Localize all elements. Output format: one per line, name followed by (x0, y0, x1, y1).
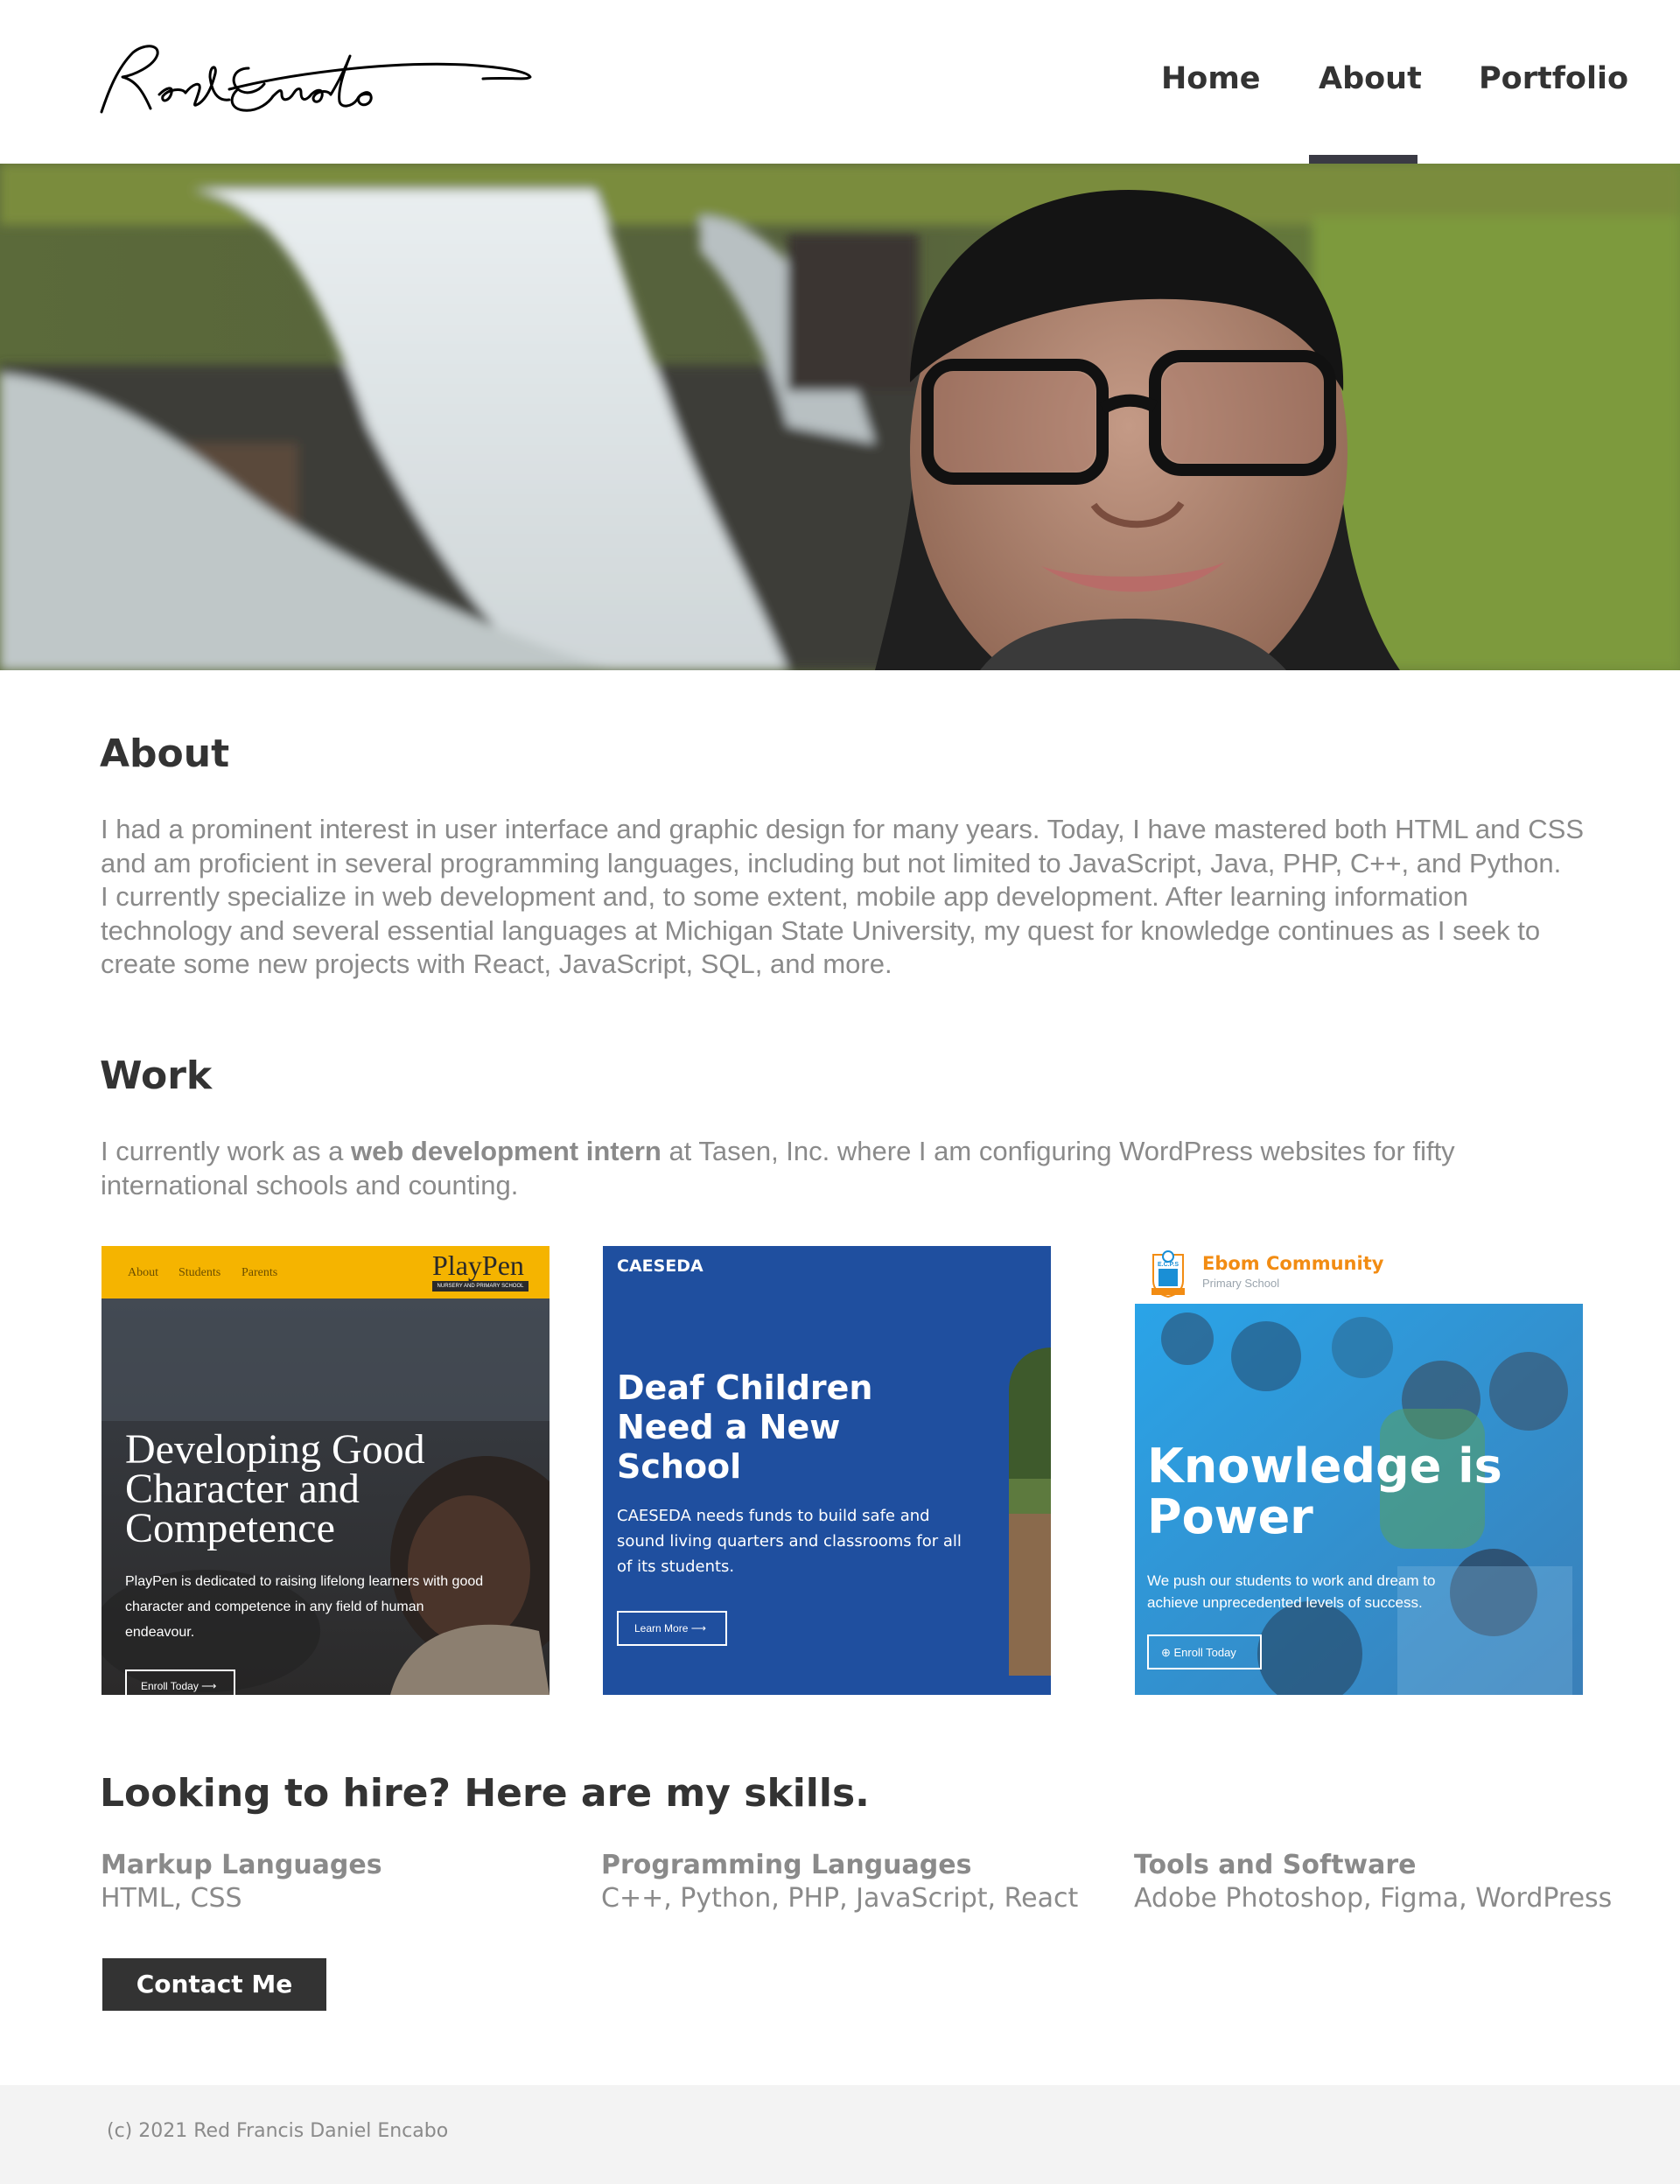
ebom-enroll-button[interactable]: ⊕ Enroll Today (1147, 1634, 1262, 1670)
hero-photo-icon (0, 164, 1680, 670)
ebom-crest-text: E.C.P.S (1158, 1262, 1179, 1268)
work-text: I currently work as a web development in… (101, 1135, 1588, 1202)
ebom-title: Ebom Community (1202, 1253, 1384, 1274)
caeseda-brand: CAESEDA (617, 1256, 704, 1276)
skill-heading-markup: Markup Languages (101, 1850, 382, 1880)
work-text-before: I currently work as a (101, 1136, 351, 1166)
playpen-nav-students: Students (178, 1266, 221, 1279)
work-heading: Work (100, 1054, 213, 1098)
ebom-headline: Knowledge is Power (1147, 1438, 1502, 1544)
signature-logo-icon (100, 45, 532, 114)
playpen-nav-parents: Parents (242, 1266, 278, 1279)
site-footer: (c) 2021 Red Francis Daniel Encabo (0, 2085, 1680, 2184)
about-text: I had a prominent interest in user inter… (101, 813, 1588, 982)
about-paragraph-1: I had a prominent interest in user inter… (101, 814, 1584, 878)
about-heading: About (100, 732, 230, 776)
nav-home[interactable]: Home (1161, 61, 1261, 96)
skill-list-markup: HTML, CSS (101, 1883, 242, 1914)
contact-me-button[interactable]: Contact Me (102, 1958, 326, 2011)
playpen-nav-about: About (128, 1266, 158, 1279)
footer-copyright: (c) 2021 Red Francis Daniel Encabo (107, 2120, 449, 2142)
caeseda-headline: Deaf Children Need a New School (617, 1368, 873, 1486)
portfolio-card-caeseda[interactable]: CAESEDA Deaf Children Need a New School … (603, 1246, 1051, 1695)
ebom-crest-icon: E.C.P.S (1152, 1250, 1185, 1298)
nav-active-indicator (1309, 155, 1418, 164)
nav-about[interactable]: About (1319, 61, 1422, 96)
playpen-description: PlayPen is dedicated to raising lifelong… (125, 1574, 484, 1640)
playpen-headline: Developing Good Character and Competence (125, 1426, 425, 1551)
nav-portfolio[interactable]: Portfolio (1479, 61, 1628, 96)
skill-heading-programming: Programming Languages (601, 1850, 972, 1880)
portfolio-card-ebom[interactable]: E.C.P.S Ebom Community Primary School Kn… (1135, 1246, 1583, 1695)
playpen-enroll-button[interactable]: Enroll Today ⟶ (125, 1670, 235, 1695)
playpen-logo-subtitle: NURSERY AND PRIMARY SCHOOL (432, 1281, 528, 1292)
portfolio-card-playpen[interactable]: About Students Parents PlayPen NURSERY A… (102, 1246, 550, 1695)
site-header: Home About Portfolio (0, 0, 1680, 164)
work-role: web development intern (350, 1136, 662, 1166)
skill-heading-tools: Tools and Software (1134, 1850, 1417, 1880)
skill-list-programming: C++, Python, PHP, JavaScript, React (601, 1883, 1079, 1914)
hero-banner (0, 164, 1680, 670)
about-paragraph-2: I currently specialize in web developmen… (101, 881, 1541, 979)
ebom-description: We push our students to work and dream t… (1147, 1572, 1436, 1611)
skills-heading: Looking to hire? Here are my skills. (100, 1771, 870, 1816)
ebom-subtitle: Primary School (1202, 1277, 1280, 1290)
caeseda-learn-more-button[interactable]: Learn More ⟶ (617, 1611, 727, 1646)
playpen-logo: PlayPen (432, 1250, 524, 1281)
signature-logo[interactable] (98, 38, 536, 126)
caeseda-description: CAESEDA needs funds to build safe and so… (617, 1507, 962, 1576)
skill-list-tools: Adobe Photoshop, Figma, WordPress (1134, 1883, 1613, 1914)
caeseda-school-photo-icon (1009, 1348, 1051, 1676)
